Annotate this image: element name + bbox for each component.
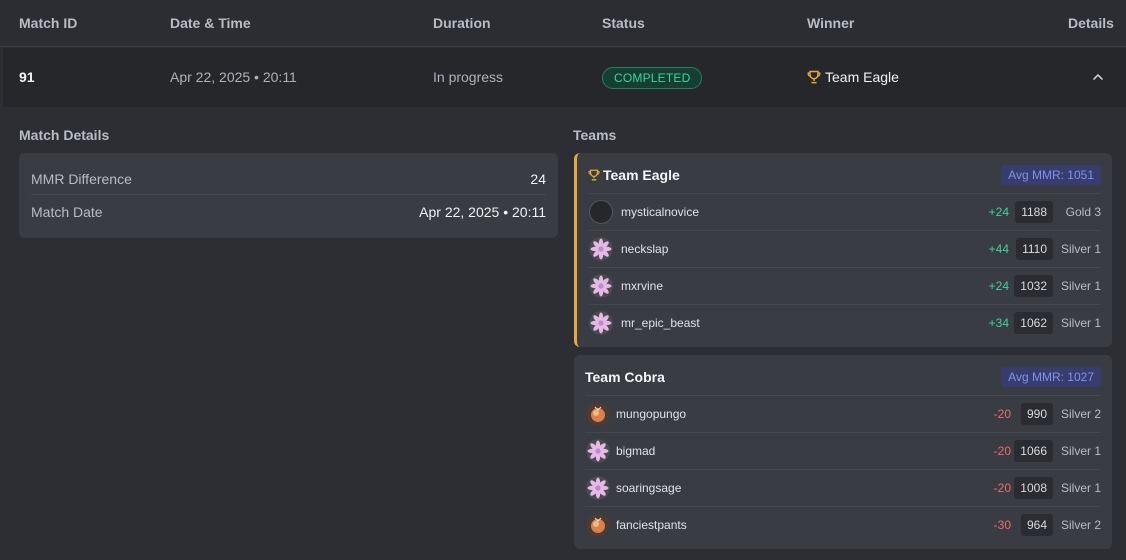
chevron-up-icon[interactable]	[1091, 69, 1105, 85]
avg-mmr-badge: Avg MMR: 1027	[1001, 367, 1101, 387]
header-winner[interactable]: Winner	[807, 15, 854, 31]
player-rank: Silver 1	[1060, 444, 1101, 458]
winner-name: Team Eagle	[825, 69, 899, 85]
match-row[interactable]: 91 Apr 22, 2025 • 20:11 In progress COMP…	[3, 48, 1126, 107]
header-status[interactable]: Status	[602, 15, 645, 31]
player-name[interactable]: soaringsage	[616, 481, 681, 495]
detail-row-match-date: Match Date Apr 22, 2025 • 20:11	[31, 196, 546, 228]
header-date-time[interactable]: Date & Time	[170, 15, 251, 31]
player-name[interactable]: bigmad	[616, 444, 655, 458]
team-name-label: Team Eagle	[603, 167, 680, 183]
player-row[interactable]: neckslap +44 1110 Silver 1	[588, 230, 1101, 267]
player-rank: Silver 2	[1060, 518, 1101, 532]
player-row[interactable]: soaringsage -20 1008 Silver 1	[585, 469, 1101, 506]
player-name[interactable]: mxrvine	[621, 279, 663, 293]
avatar	[589, 274, 613, 298]
player-mmr: 1062	[1014, 312, 1053, 334]
match-details-card: MMR Difference 24 Match Date Apr 22, 202…	[19, 153, 558, 238]
mmr-delta: -20	[993, 444, 1011, 458]
player-mmr: 1066	[1014, 440, 1053, 462]
team-name: Team Eagle	[588, 167, 680, 183]
match-id: 91	[19, 69, 35, 85]
player-row[interactable]: bigmad -20 1066 Silver 1	[585, 432, 1101, 469]
team-card-eagle: Team Eagle Avg MMR: 1051 mysticalnovice +…	[574, 153, 1112, 347]
mmr-delta: -30	[993, 518, 1011, 532]
detail-key: Match Date	[31, 204, 103, 220]
player-rank: Silver 1	[1060, 242, 1101, 256]
teams-title: Teams	[573, 127, 617, 143]
player-name[interactable]: neckslap	[621, 242, 668, 256]
player-row[interactable]: mungopungo -20 990 Silver 2	[585, 395, 1101, 432]
player-rank: Silver 2	[1060, 407, 1101, 421]
team-card-cobra: Team Cobra Avg MMR: 1027 mungopungo -20 99…	[574, 355, 1112, 549]
player-mmr: 964	[1020, 514, 1053, 536]
avatar	[589, 311, 613, 335]
avatar	[586, 513, 610, 537]
player-rank: Silver 1	[1060, 316, 1101, 330]
trophy-icon	[807, 70, 821, 84]
player-name[interactable]: fanciestpants	[616, 518, 687, 532]
status-badge: COMPLETED	[602, 67, 703, 89]
detail-key: MMR Difference	[31, 171, 132, 187]
player-row[interactable]: mxrvine +24 1032 Silver 1	[588, 267, 1101, 304]
mmr-delta: +34	[988, 316, 1009, 330]
mmr-delta: -20	[993, 407, 1011, 421]
player-row[interactable]: mysticalnovice +24 1188 Gold 3	[588, 193, 1101, 230]
match-duration: In progress	[433, 69, 504, 85]
player-mmr: 990	[1020, 403, 1053, 425]
avg-mmr-badge: Avg MMR: 1051	[1001, 165, 1101, 185]
mmr-delta: +44	[988, 242, 1009, 256]
avatar	[589, 237, 613, 261]
match-details-title: Match Details	[19, 127, 110, 143]
player-name[interactable]: mr_epic_beast	[621, 316, 700, 330]
player-mmr: 1188	[1015, 201, 1053, 223]
player-mmr: 1032	[1014, 275, 1053, 297]
mmr-delta: +24	[988, 205, 1009, 219]
match-date-time: Apr 22, 2025 • 20:11	[170, 69, 297, 85]
mmr-delta: +24	[988, 279, 1009, 293]
player-name[interactable]: mungopungo	[616, 407, 686, 421]
header-match-id[interactable]: Match ID	[19, 15, 77, 31]
player-mmr: 1110	[1016, 238, 1053, 260]
detail-value: 24	[530, 171, 546, 187]
match-winner: Team Eagle	[807, 69, 899, 85]
player-rank: Silver 1	[1060, 481, 1101, 495]
header-duration[interactable]: Duration	[433, 15, 491, 31]
avatar	[589, 200, 613, 224]
player-rank: Silver 1	[1060, 279, 1101, 293]
team-name: Team Cobra	[585, 369, 665, 385]
player-row[interactable]: mr_epic_beast +34 1062 Silver 1	[588, 304, 1101, 341]
detail-value: Apr 22, 2025 • 20:11	[419, 204, 546, 220]
table-header: Match ID Date & Time Duration Status Win…	[0, 0, 1126, 47]
trophy-icon	[588, 169, 600, 181]
player-row[interactable]: fanciestpants -30 964 Silver 2	[585, 506, 1101, 543]
player-mmr: 1008	[1014, 477, 1053, 499]
avatar	[586, 476, 610, 500]
player-name[interactable]: mysticalnovice	[621, 205, 699, 219]
avatar	[586, 439, 610, 463]
detail-row-mmr-diff: MMR Difference 24	[31, 163, 546, 195]
header-details[interactable]: Details	[1068, 15, 1114, 31]
player-rank: Gold 3	[1065, 205, 1101, 219]
avatar	[586, 402, 610, 426]
mmr-delta: -20	[993, 481, 1011, 495]
